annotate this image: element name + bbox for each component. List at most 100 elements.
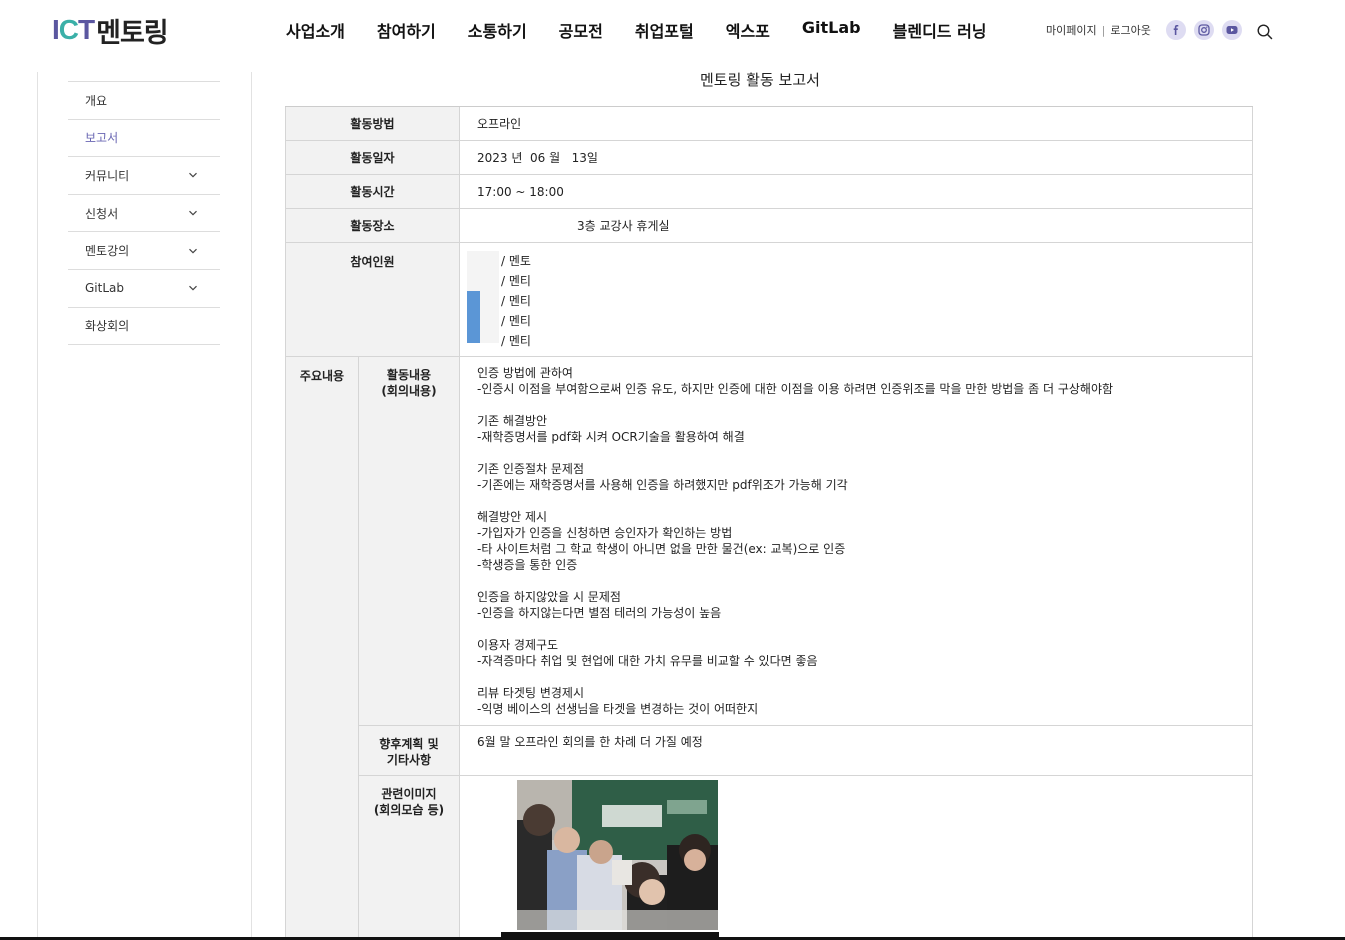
util-links: 마이페이지 | 로그아웃 <box>1046 22 1151 38</box>
paragraph-line: -가입자가 인증을 신청하면 승인자가 확인하는 방법 <box>477 526 733 540</box>
search-icon[interactable] <box>1256 23 1274 41</box>
report-table: 활동방법 오프라인 활동일자 2023 년 06 월 13일 활동시간 17:0… <box>285 106 1253 940</box>
instagram-icon[interactable] <box>1194 20 1214 40</box>
label-line: 기타사항 <box>386 753 432 767</box>
redacted-names <box>467 251 499 343</box>
table-row: 활동방법 오프라인 <box>285 107 1253 141</box>
participant-role: / 멘토 <box>501 254 531 268</box>
related-image-label: 관련이미지 (회의모습 등) <box>359 776 460 940</box>
page-title: 멘토링 활동 보고서 <box>700 71 820 89</box>
sidebar-item-label: 보고서 <box>85 131 119 146</box>
paragraph-line: -익명 베이스의 선생님을 타겟을 변경하는 것이 어떠한지 <box>477 702 759 716</box>
sidebar-item-gitlab[interactable]: GitLab <box>68 270 220 308</box>
site-header: ICT 멘토링 사업소개 참여하기 소통하기 공모전 취업포털 엑스포 GitL… <box>0 0 1345 62</box>
participant-role: / 멘티 <box>501 314 531 328</box>
sidebar-item-label: 멘토강의 <box>85 244 130 259</box>
chevron-down-icon <box>189 173 197 179</box>
nav-participate[interactable]: 참여하기 <box>377 18 436 42</box>
paragraph-line: -인증시 이점을 부여함으로써 인증 유도, 하지만 인증에 대한 이점을 이용… <box>477 382 1114 396</box>
sidebar-item-community[interactable]: 커뮤니티 <box>68 157 220 195</box>
redaction-bar <box>467 291 480 343</box>
content-paragraph: 기존 인증절차 문제점 -기존에는 재학증명서를 사용해 인증을 하려했지만 pd… <box>477 461 1252 493</box>
paragraph-heading: 이용자 경제구도 <box>477 638 559 652</box>
paragraph-heading: 해결방안 제시 <box>477 510 548 524</box>
chevron-down-icon <box>189 286 197 291</box>
table-row: 활동내용 (회의내용) 인증 방법에 관하여 -인증시 이점을 부여함으로써 인증… <box>359 357 1253 726</box>
paragraph-line: -학생증을 통한 인증 <box>477 558 578 572</box>
paragraph-heading: 인증 방법에 관하여 <box>477 366 573 380</box>
paragraph-line: -재학증명서를 pdf화 시켜 OCR기술을 활용하여 해결 <box>477 430 745 444</box>
sidebar-item-report[interactable]: 보고서 <box>68 120 220 158</box>
participants-cell: / 멘토 / 멘티 / 멘티 / 멘티 / 멘티 <box>460 243 1253 356</box>
logout-link[interactable]: 로그아웃 <box>1110 22 1150 38</box>
facebook-icon[interactable] <box>1166 20 1186 40</box>
sidebar-item-label: GitLab <box>85 281 124 296</box>
site-logo[interactable]: ICT 멘토링 <box>52 13 169 49</box>
logo-mentoring: 멘토링 <box>96 17 169 49</box>
paragraph-heading: 기존 해결방안 <box>477 414 548 428</box>
nav-gitlab[interactable]: GitLab <box>802 18 861 42</box>
nav-contest[interactable]: 공모전 <box>559 18 603 42</box>
table-row: 관련이미지 (회의모습 등) <box>359 776 1253 940</box>
util-separator: | <box>1101 23 1106 37</box>
main-content-rows: 활동내용 (회의내용) 인증 방법에 관하여 -인증시 이점을 부여함으로써 인증… <box>359 357 1253 940</box>
logo-ict: ICT <box>52 14 95 45</box>
method-label: 활동방법 <box>285 107 460 140</box>
sidebar-item-mentor-lecture[interactable]: 멘토강의 <box>68 232 220 270</box>
time-label: 활동시간 <box>285 175 460 208</box>
sidebar-item-application[interactable]: 신청서 <box>68 195 220 233</box>
chevron-down-icon <box>189 248 197 254</box>
nav-about[interactable]: 사업소개 <box>286 18 345 42</box>
label-line: (회의내용) <box>381 384 437 398</box>
participant-list: / 멘토 / 멘티 / 멘티 / 멘티 / 멘티 <box>501 251 531 351</box>
content-paragraph: 이용자 경제구도 -자격증마다 취업 및 현업에 대한 가치 유무를 비교할 수 … <box>477 637 1252 669</box>
label-line: 관련이미지 <box>381 787 437 801</box>
meeting-photo <box>517 780 718 930</box>
content-paragraph: 해결방안 제시 -가입자가 인증을 신청하면 승인자가 확인하는 방법 -타 사이트… <box>477 509 1252 573</box>
date-label: 활동일자 <box>285 141 460 174</box>
place-value: 3층 교강사 휴게실 <box>577 219 670 233</box>
content-paragraph: 리뷰 타겟팅 변경제시 -익명 베이스의 선생님을 타겟을 변경하는 것이 어떠한… <box>477 685 1252 717</box>
sidebar-item-label: 화상회의 <box>85 319 130 334</box>
sns-links <box>1166 20 1250 40</box>
youtube-icon[interactable] <box>1222 20 1242 40</box>
paragraph-line: -기존에는 재학증명서를 사용해 인증을 하려했지만 pdf위조가 가능해 기각 <box>477 478 848 492</box>
place-cell: 3층 교강사 휴게실 <box>460 209 1253 242</box>
nav-blended-learning[interactable]: 블렌디드 러닝 <box>893 18 987 42</box>
paragraph-heading: 리뷰 타겟팅 변경제시 <box>477 686 584 700</box>
future-plan-label: 향후계획 및 기타사항 <box>359 726 460 775</box>
place-label: 활동장소 <box>285 209 460 242</box>
nav-communicate[interactable]: 소통하기 <box>468 18 527 42</box>
sidebar-item-label: 커뮤니티 <box>85 168 130 183</box>
table-row: 참여인원 / 멘토 / 멘티 / 멘티 / 멘티 / 멘티 <box>285 243 1253 357</box>
sidebar-item-overview[interactable]: 개요 <box>68 82 220 120</box>
main-nav: 사업소개 참여하기 소통하기 공모전 취업포털 엑스포 GitLab 블렌디드 … <box>270 18 1003 42</box>
paragraph-heading: 인증을 하지않았을 시 문제점 <box>477 590 621 604</box>
activity-content-label: 활동내용 (회의내용) <box>359 357 460 725</box>
mypage-link[interactable]: 마이페이지 <box>1046 22 1097 38</box>
sidebar-item-label: 개요 <box>85 93 108 108</box>
table-row: 활동일자 2023 년 06 월 13일 <box>285 141 1253 175</box>
future-plan-value: 6월 말 오프라인 회의를 한 차례 더 가질 예정 <box>460 726 1253 775</box>
sidebar-item-label: 신청서 <box>85 206 119 221</box>
label-line: 향후계획 및 <box>379 737 439 751</box>
content-paragraph: 인증 방법에 관하여 -인증시 이점을 부여함으로써 인증 유도, 하지만 인증에… <box>477 365 1252 397</box>
table-row: 활동시간 17:00 ~ 18:00 <box>285 175 1253 209</box>
paragraph-line: -자격증마다 취업 및 현업에 대한 가치 유무를 비교할 수 있다면 좋음 <box>477 654 818 668</box>
table-row: 향후계획 및 기타사항 6월 말 오프라인 회의를 한 차례 더 가질 예정 <box>359 726 1253 776</box>
participant-role: / 멘티 <box>501 294 531 308</box>
nav-expo[interactable]: 엑스포 <box>726 18 770 42</box>
activity-content-body: 인증 방법에 관하여 -인증시 이점을 부여함으로써 인증 유도, 하지만 인증에… <box>460 357 1253 725</box>
participant-role: / 멘티 <box>501 334 531 348</box>
label-line: 활동내용 <box>386 368 432 382</box>
paragraph-line: -인증을 하지않는다면 별점 테러의 가능성이 높음 <box>477 606 722 620</box>
layout-divider-mid <box>251 72 252 940</box>
content-paragraph: 인증을 하지않았을 시 문제점 -인증을 하지않는다면 별점 테러의 가능성이 높… <box>477 589 1252 621</box>
main-content-label: 주요내용 <box>285 357 359 940</box>
method-value: 오프라인 <box>460 107 1253 140</box>
date-value: 2023 년 06 월 13일 <box>460 141 1253 174</box>
content-paragraph: 기존 해결방안 -재학증명서를 pdf화 시켜 OCR기술을 활용하여 해결 <box>477 413 1252 445</box>
nav-job-portal[interactable]: 취업포털 <box>635 18 694 42</box>
participants-label: 참여인원 <box>285 243 460 356</box>
sidebar-item-video-meeting[interactable]: 화상회의 <box>68 308 220 346</box>
